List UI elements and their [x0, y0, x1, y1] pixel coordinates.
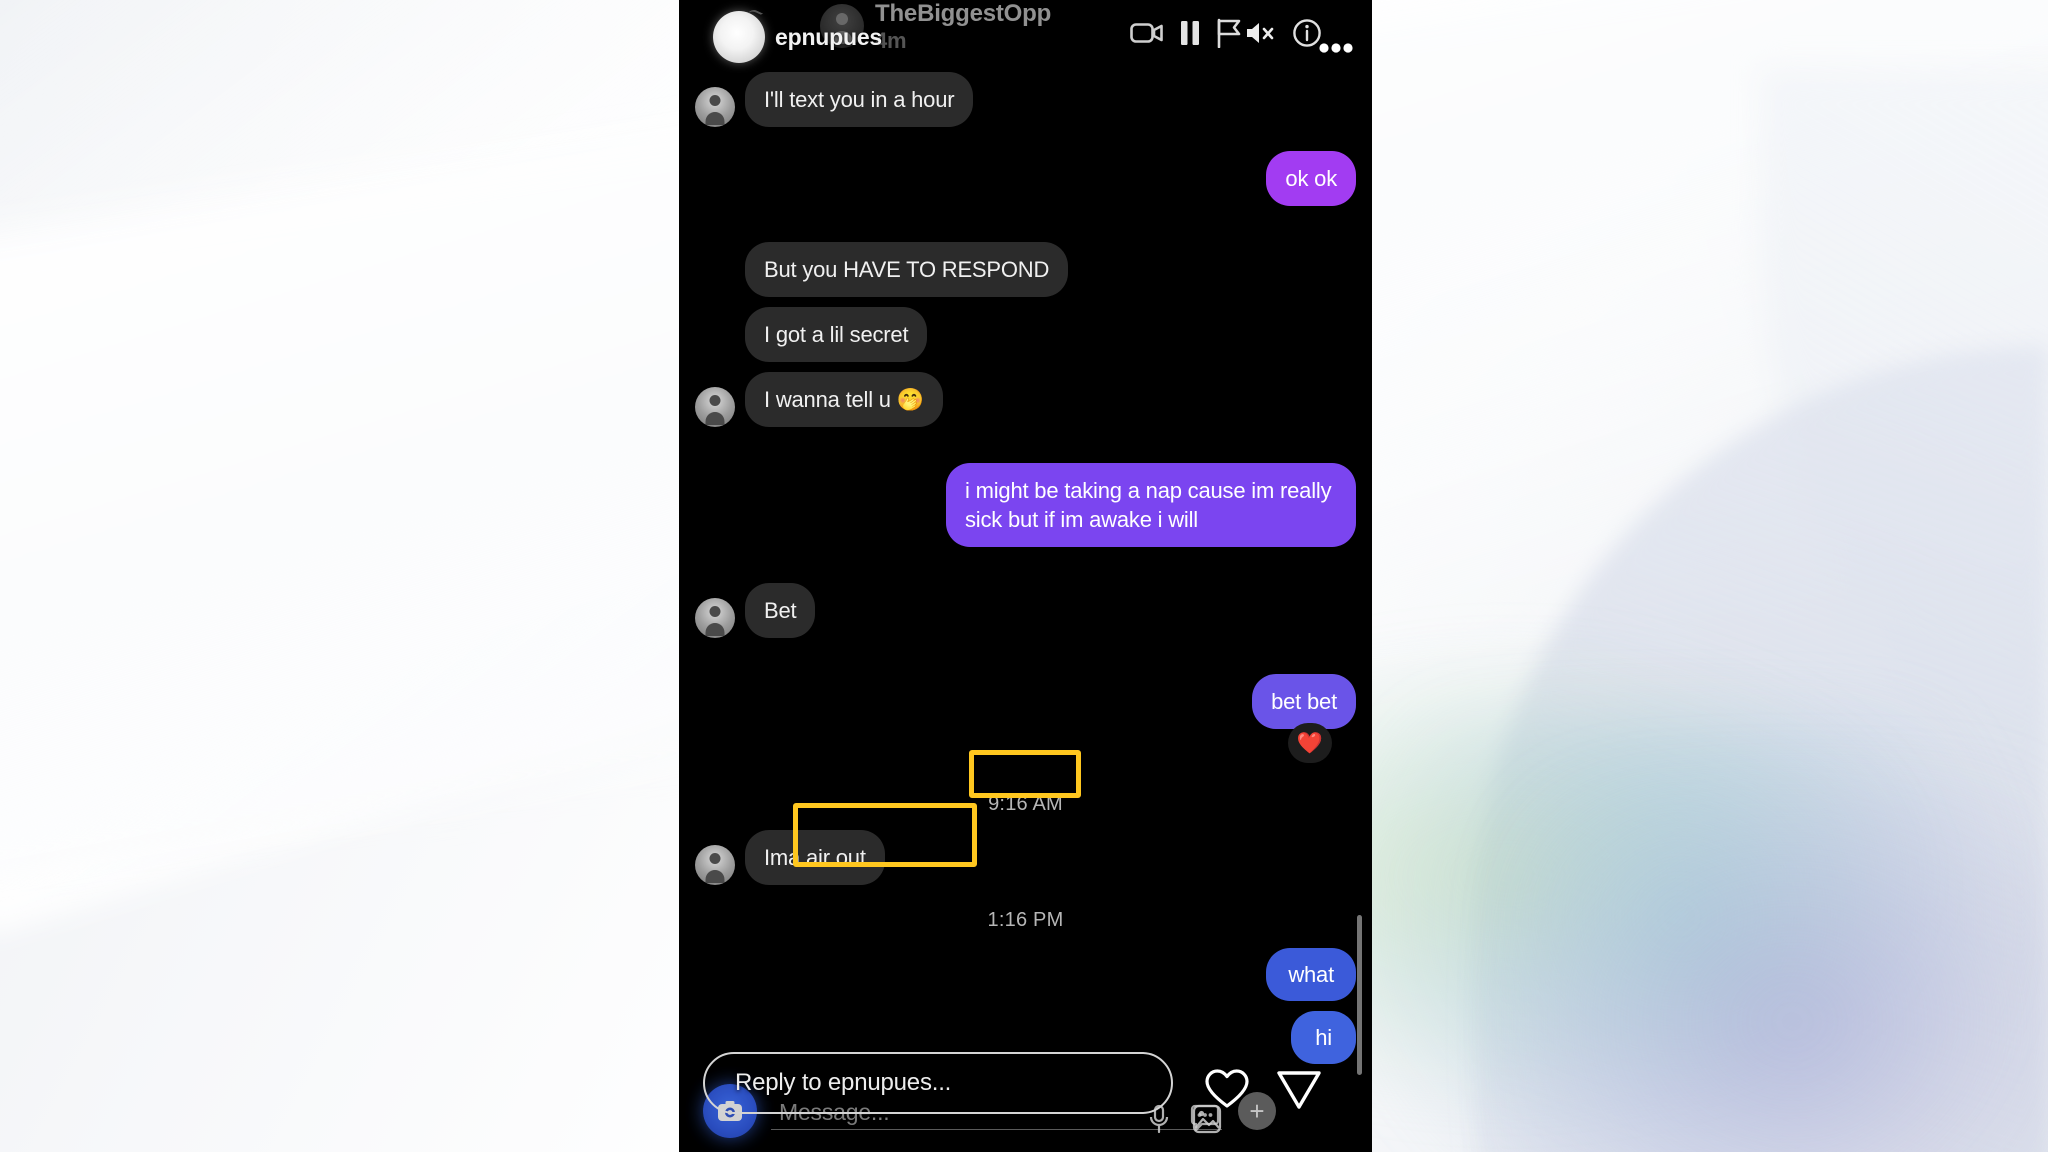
message-with-reaction: bet bet ❤️	[1252, 674, 1356, 764]
avatar[interactable]	[713, 11, 765, 63]
message-row: what	[695, 948, 1356, 1002]
message-bubble-incoming[interactable]: But you HAVE TO RESPOND	[745, 242, 1069, 298]
message-row: bet bet ❤️	[695, 674, 1356, 764]
story-reply-placeholder: Reply to epnupues...	[735, 1069, 952, 1096]
message-bubble-incoming[interactable]: Bet	[745, 583, 816, 639]
message-row: I got a lil secret	[695, 307, 1356, 363]
message-bubble-outgoing[interactable]: ok ok	[1266, 151, 1356, 207]
message-row: i might be taking a nap cause im really …	[695, 463, 1356, 548]
message-bubble-outgoing[interactable]: what	[1266, 948, 1356, 1002]
reaction-badge[interactable]: ❤️	[1288, 723, 1332, 764]
message-row: I wanna tell u 🤭	[695, 372, 1356, 428]
video-camera-icon[interactable]	[1130, 20, 1164, 46]
message-bubble-incoming[interactable]: I got a lil secret	[745, 307, 928, 363]
avatar	[695, 598, 735, 639]
message-row: But you HAVE TO RESPOND	[695, 242, 1356, 298]
timestamp-label: 1:16 PM	[987, 909, 1064, 932]
heart-icon[interactable]	[1204, 1068, 1250, 1110]
phone-screen-panel: TheBiggestOpp 4m epnupues I'll text you …	[679, 0, 1372, 1152]
story-reply-input[interactable]: Reply to epnupues...	[703, 1052, 1173, 1114]
send-icon[interactable]	[1276, 1068, 1322, 1110]
message-bubble-incoming[interactable]: I'll text you in a hour	[745, 72, 974, 128]
message-bubble-outgoing[interactable]: bet bet	[1252, 674, 1356, 730]
message-bubble-incoming-highlighted[interactable]: Ima air out	[745, 830, 885, 886]
avatar	[695, 387, 735, 428]
speaker-mute-icon[interactable]	[1244, 20, 1276, 46]
message-bubble-outgoing[interactable]: i might be taking a nap cause im really …	[946, 463, 1356, 548]
message-row: Ima air out	[695, 830, 1356, 886]
chat-header: TheBiggestOpp 4m epnupues	[679, 0, 1372, 72]
story-username-label: TheBiggestOpp	[875, 0, 1052, 27]
message-row: Bet	[695, 583, 1356, 639]
message-row: I'll text you in a hour	[695, 72, 1356, 128]
chat-username-label: epnupues	[775, 24, 883, 50]
more-options-icon[interactable]	[1318, 42, 1354, 60]
message-composer: Message... + Reply to epnupues...	[679, 1032, 1372, 1152]
flag-icon[interactable]	[1216, 18, 1242, 48]
wallpaper-glow-violet	[1515, 783, 2048, 1152]
message-bubble-incoming[interactable]: I wanna tell u 🤭	[745, 372, 943, 428]
message-row: ok ok	[695, 151, 1356, 207]
header-icon-group	[1130, 6, 1354, 60]
timestamp-label: 9:16 AM	[988, 793, 1063, 816]
pause-icon[interactable]	[1180, 20, 1200, 46]
avatar	[695, 87, 735, 128]
avatar	[695, 845, 735, 886]
message-thread[interactable]: I'll text you in a hour ok ok But you HA…	[679, 72, 1372, 1065]
